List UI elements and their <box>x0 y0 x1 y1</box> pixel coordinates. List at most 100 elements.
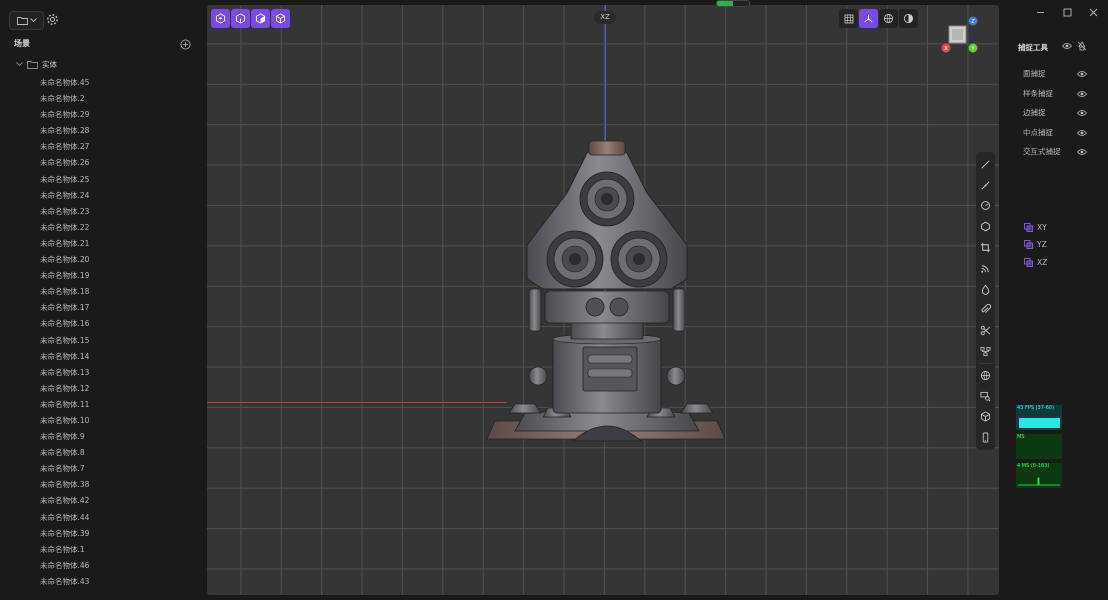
scene-object-item[interactable]: 未命名物体.10 <box>40 415 89 431</box>
cube-front-icon <box>235 13 246 24</box>
droplet-icon <box>981 284 990 295</box>
scene-object-item[interactable]: 未命名物体.22 <box>40 222 89 238</box>
scene-object-item[interactable]: 未命名物体.14 <box>40 351 89 367</box>
view-plane-label: XZ <box>594 11 616 24</box>
snap-off-icon[interactable] <box>1077 41 1087 51</box>
gizmo-z-label: Z <box>971 19 975 25</box>
plane-label: XY <box>1037 223 1047 232</box>
scene-object-item[interactable]: 未命名物体.42 <box>40 495 89 511</box>
circle-tool[interactable] <box>976 196 995 217</box>
cut-tool[interactable] <box>976 320 995 341</box>
memory-label: 4 MS (0-163) <box>1017 463 1050 469</box>
material-button[interactable] <box>879 9 898 28</box>
scene-object-item[interactable]: 未命名物体.29 <box>40 109 89 125</box>
attach-tool[interactable] <box>976 300 995 321</box>
fps-label: 43 FPS (37-60) <box>1017 405 1055 411</box>
view-top-button[interactable] <box>211 9 230 28</box>
scene-object-item[interactable]: 未命名物体.8 <box>40 447 89 463</box>
scene-object-item[interactable]: 未命名物体.17 <box>40 302 89 318</box>
scene-object-item[interactable]: 未命名物体.7 <box>40 463 89 479</box>
snap-option-label[interactable]: 样条捕捉 <box>1023 88 1053 99</box>
hierarchy-tool[interactable] <box>976 341 995 362</box>
cube-iso-icon <box>275 13 286 24</box>
scene-object-item[interactable]: 未命名物体.26 <box>40 157 89 173</box>
scene-object-item[interactable]: 未命名物体.16 <box>40 318 89 334</box>
eye-icon[interactable] <box>1077 109 1087 117</box>
scene-object-item[interactable]: 未命名物体.12 <box>40 383 89 399</box>
phone-icon <box>982 432 989 443</box>
gear-icon[interactable] <box>46 13 59 26</box>
scene-object-item[interactable]: 未命名物体.21 <box>40 238 89 254</box>
device-tool[interactable] <box>976 427 995 448</box>
snap-option-label[interactable]: 中点捕捉 <box>1023 127 1053 138</box>
scene-object-item[interactable]: 未命名物体.2 <box>40 93 89 109</box>
crop-icon <box>980 242 991 253</box>
eye-icon[interactable] <box>1062 42 1072 50</box>
grid-toggle-button[interactable] <box>839 9 858 28</box>
axes-toggle-button[interactable] <box>859 9 878 28</box>
plane-icon <box>1024 240 1033 250</box>
orientation-gizmo[interactable]: Z X Y <box>940 14 980 56</box>
scene-object-item[interactable]: 未命名物体.19 <box>40 270 89 286</box>
scene-object-item[interactable]: 未命名物体.15 <box>40 335 89 351</box>
line-tool[interactable] <box>976 154 995 175</box>
plane-option[interactable]: XY <box>1024 223 1047 232</box>
view-side-button[interactable] <box>251 9 270 28</box>
plane-option[interactable]: XZ <box>1024 258 1047 267</box>
scene-object-item[interactable]: 未命名物体.9 <box>40 431 89 447</box>
plane-label: XZ <box>1037 257 1048 267</box>
scene-object-item[interactable]: 未命名物体.44 <box>40 512 89 528</box>
crop-tool[interactable] <box>976 237 995 258</box>
polyline-icon <box>981 181 990 190</box>
scene-object-item[interactable]: 未命名物体.11 <box>40 399 89 415</box>
grid-icon <box>844 14 853 23</box>
globe-tool[interactable] <box>976 365 995 386</box>
shading-button[interactable] <box>899 9 918 28</box>
cube-tool[interactable] <box>976 407 995 428</box>
close-icon[interactable] <box>1089 8 1098 17</box>
file-menu-button[interactable] <box>9 11 44 30</box>
scene-object-item[interactable]: 未命名物体.1 <box>40 544 89 560</box>
snap-option-label[interactable]: 边捕捉 <box>1023 107 1046 118</box>
plane-option[interactable]: YZ <box>1024 240 1047 249</box>
view-front-button[interactable] <box>231 9 250 28</box>
plane-icon <box>1024 223 1033 232</box>
tree-root-entities[interactable]: 实体 <box>16 59 57 70</box>
chevron-down-icon <box>16 62 23 67</box>
layer-search-tool[interactable] <box>976 386 995 407</box>
eye-icon[interactable] <box>1077 90 1087 98</box>
add-circle-icon[interactable] <box>180 39 191 50</box>
snap-option-label[interactable]: 面捕捉 <box>1023 68 1046 79</box>
eye-icon[interactable] <box>1077 148 1087 156</box>
object-list: 未命名物体.45 未命名物体.2 未命名物体.29 未命名物体.28 未命名物体.27 未… <box>40 77 89 592</box>
polyline-tool[interactable] <box>976 175 995 196</box>
3d-viewport[interactable]: XZ Z X Y <box>207 5 999 595</box>
arc-tool[interactable] <box>976 258 995 279</box>
tree-root-label: 实体 <box>42 60 57 69</box>
scene-object-item[interactable]: 未命名物体.25 <box>40 174 89 190</box>
scene-object-item[interactable]: 未命名物体.38 <box>40 479 89 495</box>
snap-option-label[interactable]: 交互式捕捉 <box>1023 146 1061 157</box>
scene-object-item[interactable]: 未命名物体.13 <box>40 367 89 383</box>
fps-graph-fill <box>1019 418 1060 428</box>
chevron-down-icon <box>29 18 37 23</box>
scene-object-item[interactable]: 未命名物体.18 <box>40 286 89 302</box>
scene-object-item[interactable]: 未命名物体.20 <box>40 254 89 270</box>
scene-object-item[interactable]: 未命名物体.46 <box>40 560 89 576</box>
minimize-icon[interactable] <box>1036 8 1045 17</box>
spline-tool[interactable] <box>976 279 995 300</box>
scene-object-item[interactable]: 未命名物体.39 <box>40 528 89 544</box>
view-iso-button[interactable] <box>271 9 290 28</box>
eye-icon[interactable] <box>1077 70 1087 78</box>
scene-object-item[interactable]: 未命名物体.23 <box>40 206 89 222</box>
scene-object-item[interactable]: 未命名物体.28 <box>40 125 89 141</box>
scene-object-item[interactable]: 未命名物体.45 <box>40 77 89 93</box>
scene-object-item[interactable]: 未命名物体.27 <box>40 141 89 157</box>
memory-graph-line <box>1018 477 1060 486</box>
scene-object-item[interactable]: 未命名物体.24 <box>40 190 89 206</box>
plane-label: YZ <box>1037 240 1047 250</box>
eye-icon[interactable] <box>1077 129 1087 137</box>
scene-object-item[interactable]: 未命名物体.43 <box>40 576 89 592</box>
maximize-icon[interactable] <box>1063 8 1072 17</box>
polygon-tool[interactable] <box>976 216 995 237</box>
